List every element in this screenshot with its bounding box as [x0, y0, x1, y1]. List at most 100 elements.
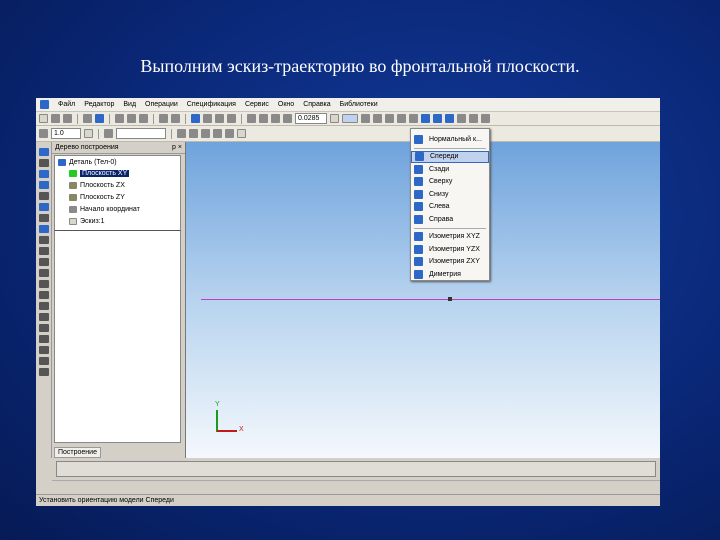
open-icon[interactable] [51, 114, 60, 123]
menu-item-right[interactable]: Справа [411, 213, 489, 226]
tool-b-icon[interactable] [39, 247, 49, 255]
menu-edit[interactable]: Редактор [84, 101, 114, 108]
thin-lines-icon[interactable] [409, 114, 418, 123]
wireframe-icon[interactable] [385, 114, 394, 123]
menu-item-bottom[interactable]: Снизу [411, 188, 489, 201]
close-button[interactable]: × [178, 144, 182, 151]
zoom-out-icon[interactable] [259, 114, 268, 123]
measure-tool-icon[interactable] [39, 214, 49, 222]
redo-icon[interactable] [171, 114, 180, 123]
tool-k-icon[interactable] [39, 346, 49, 354]
menu-item-dimetric[interactable]: Диметрия [411, 268, 489, 281]
menu-libraries[interactable]: Библиотеки [340, 101, 378, 108]
new-icon[interactable] [39, 114, 48, 123]
scale-dropdown[interactable] [330, 114, 339, 123]
rotate-icon[interactable] [373, 114, 382, 123]
coords-icon[interactable] [237, 129, 246, 138]
geometry-tool-icon[interactable] [39, 148, 49, 156]
menu-window[interactable]: Окно [278, 101, 294, 108]
properties-icon[interactable] [481, 114, 490, 123]
tool-c-icon[interactable] [39, 258, 49, 266]
menu-item-back[interactable]: Сзади [411, 163, 489, 176]
preview-icon[interactable] [95, 114, 104, 123]
menu-bar: Файл Редактор Вид Операции Спецификация … [36, 98, 660, 112]
sketch-icon[interactable] [177, 129, 186, 138]
aux-geometry-icon[interactable] [39, 203, 49, 211]
current-state-toolbar: 1.0 [36, 126, 660, 142]
tree-item-plane-xy[interactable]: Плоскость XY [80, 170, 129, 177]
pan-icon[interactable] [361, 114, 370, 123]
menu-file[interactable]: Файл [58, 101, 75, 108]
tool-e-icon[interactable] [39, 280, 49, 288]
tree-item-plane-zy[interactable]: Плоскость ZY [80, 194, 125, 201]
tool-i-icon[interactable] [39, 324, 49, 332]
copy-icon[interactable] [127, 114, 136, 123]
rotate-tool-icon[interactable] [39, 181, 49, 189]
hidden-lines-icon[interactable] [397, 114, 406, 123]
menu-item-label: Изометрия YZX [429, 246, 480, 253]
grid-icon[interactable] [225, 129, 234, 138]
dimetric-icon [414, 270, 423, 279]
menu-view[interactable]: Вид [123, 101, 136, 108]
surfaces-tool-icon[interactable] [39, 225, 49, 233]
layer-field[interactable] [116, 128, 166, 139]
step-dropdown[interactable] [84, 129, 93, 138]
menu-service[interactable]: Сервис [245, 101, 269, 108]
library-icon[interactable] [203, 114, 212, 123]
cut-icon[interactable] [115, 114, 124, 123]
tool-g-icon[interactable] [39, 302, 49, 310]
snap-icon[interactable] [213, 129, 222, 138]
tool-h-icon[interactable] [39, 313, 49, 321]
step-field[interactable]: 1.0 [51, 128, 81, 139]
menu-item-label: Нормальный к... [429, 136, 482, 143]
scale-field[interactable]: 0.0285 [295, 113, 327, 124]
menu-item-front[interactable]: Спереди [411, 151, 489, 164]
pin-button[interactable]: p [172, 144, 176, 151]
menu-operations[interactable]: Операции [145, 101, 178, 108]
tool-m-icon[interactable] [39, 368, 49, 376]
orientation-button[interactable] [342, 114, 358, 123]
x-axis-label: X [239, 426, 244, 433]
manager-icon[interactable] [191, 114, 200, 123]
menu-item-label: Спереди [430, 153, 458, 160]
shaded-edges-icon[interactable] [433, 114, 442, 123]
shaded-icon[interactable] [421, 114, 430, 123]
tool-f-icon[interactable] [39, 291, 49, 299]
tree-item-origin[interactable]: Начало координат [80, 206, 140, 213]
tool-j-icon[interactable] [39, 335, 49, 343]
orbit-icon[interactable] [469, 114, 478, 123]
menu-item-iso-zxy[interactable]: Изометрия ZXY [411, 256, 489, 269]
help-icon[interactable] [227, 114, 236, 123]
menu-item-normal[interactable]: Нормальный к... [411, 133, 489, 146]
menu-item-left[interactable]: Слева [411, 201, 489, 214]
tree-item-sketch[interactable]: Эскиз:1 [80, 218, 105, 225]
dimensions-tool-icon[interactable] [39, 192, 49, 200]
menu-item-top[interactable]: Сверху [411, 176, 489, 189]
edit-tool-icon[interactable] [39, 159, 49, 167]
menu-specification[interactable]: Спецификация [187, 101, 236, 108]
zoom-window-icon[interactable] [283, 114, 292, 123]
variables-icon[interactable] [215, 114, 224, 123]
menu-help[interactable]: Справка [303, 101, 330, 108]
extrude-tool-icon[interactable] [39, 170, 49, 178]
tool-l-icon[interactable] [39, 357, 49, 365]
paste-icon[interactable] [139, 114, 148, 123]
operation-icon[interactable] [189, 129, 198, 138]
save-icon[interactable] [63, 114, 72, 123]
tool-a-icon[interactable] [39, 236, 49, 244]
zoom-all-icon[interactable] [271, 114, 280, 123]
undo-icon[interactable] [159, 114, 168, 123]
tool-d-icon[interactable] [39, 269, 49, 277]
edit-point-icon[interactable] [201, 129, 210, 138]
tree-item-plane-zx[interactable]: Плоскость ZX [80, 182, 125, 189]
menu-item-iso-xyz[interactable]: Изометрия XYZ [411, 231, 489, 244]
print-icon[interactable] [83, 114, 92, 123]
layer-icon[interactable] [104, 129, 113, 138]
menu-item-iso-yzx[interactable]: Изометрия YZX [411, 243, 489, 256]
properties-field[interactable] [56, 461, 656, 477]
tree-root[interactable]: Деталь (Тел-0) [69, 159, 117, 166]
perspective-icon[interactable] [445, 114, 454, 123]
zoom-in-icon[interactable] [247, 114, 256, 123]
tab-construction[interactable]: Построение [54, 447, 101, 458]
section-icon[interactable] [457, 114, 466, 123]
